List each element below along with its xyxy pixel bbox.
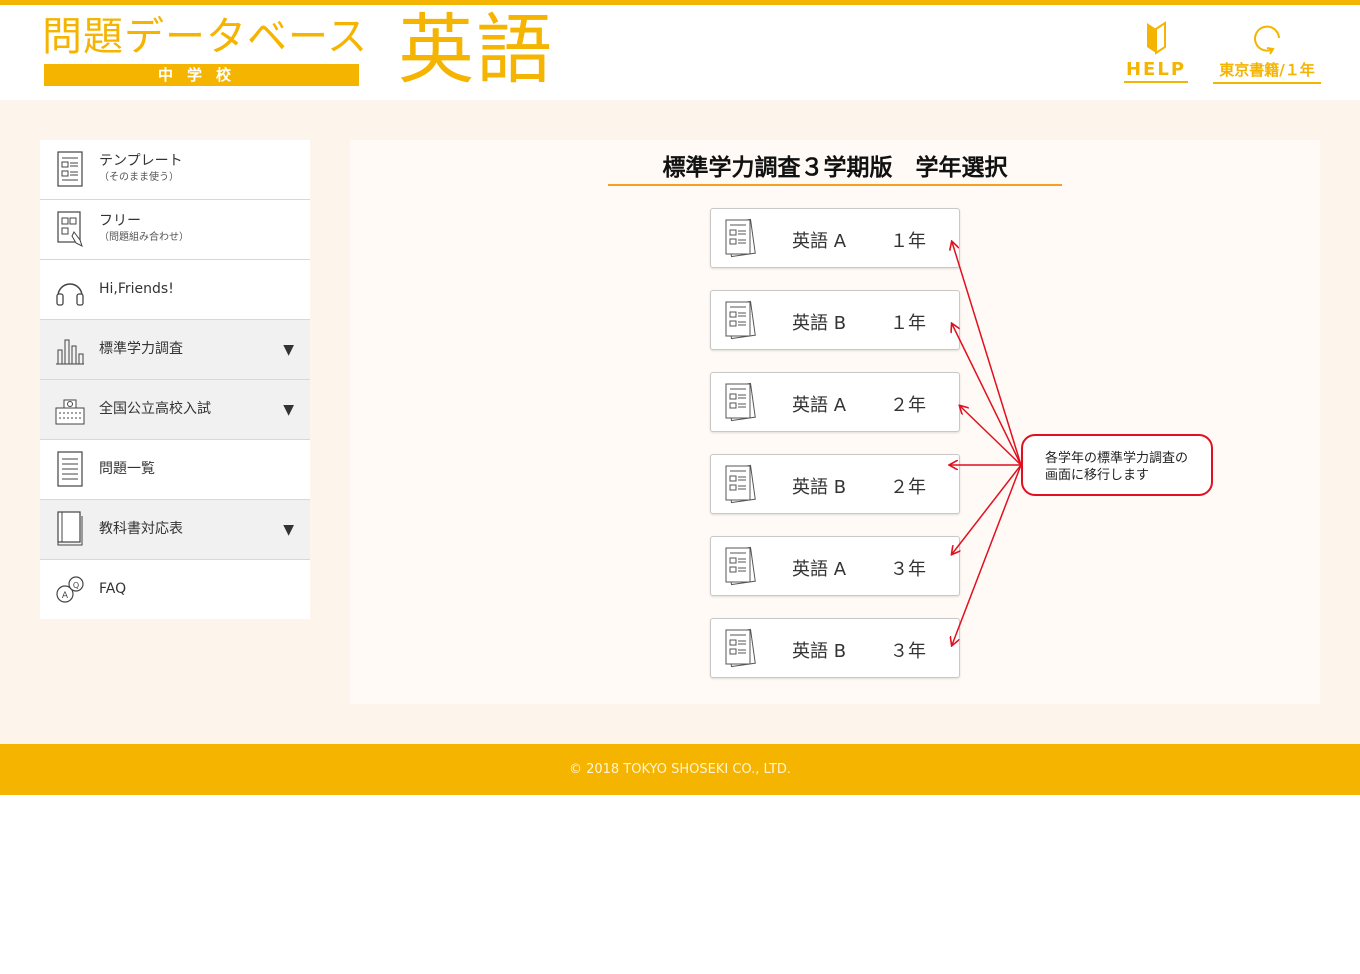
sidebar-item-label: テンプレート (99, 153, 183, 169)
header: 問題データベース 中学校 英語 HELP 東京書籍/１年 (0, 5, 1360, 100)
sidebar-item-faq[interactable]: A Q FAQ (40, 560, 310, 619)
beginner-mark-icon (1147, 21, 1166, 55)
grade-subject-label: 英語 A (792, 559, 847, 580)
sidebar-item-hi-friends[interactable]: Hi,Friends! (40, 260, 310, 320)
test-sheet-icon (725, 382, 756, 422)
copyright-text: © 2018 TOKYO SHOSEKI CO., LTD. (568, 762, 792, 777)
subject-title: 英語 (398, 5, 554, 94)
callout-line: 画面に移行します (1045, 468, 1150, 483)
grade-subject-label: 英語 B (792, 477, 847, 498)
sidebar-item-question-list[interactable]: 問題一覧 (40, 440, 310, 500)
grade-button-english-b-year1[interactable]: 英語 B １年 (710, 290, 960, 350)
caret-down-icon: ▼ (283, 342, 294, 358)
sidebar-item-label: 教科書対応表 (99, 521, 183, 537)
sidebar: テンプレート （そのまま使う） フリー （問題組み合わせ） Hi,Friends… (40, 140, 310, 619)
list-document-icon (57, 451, 83, 487)
sidebar-item-label: 全国公立高校入試 (99, 401, 211, 417)
template-sheet-icon (57, 151, 83, 187)
callout-line: 各学年の標準学力調査の (1045, 451, 1189, 466)
help-label: HELP (1124, 59, 1188, 83)
refresh-icon (1254, 25, 1280, 55)
grade-subject-label: 英語 B (792, 313, 847, 334)
grade-button-english-a-year2[interactable]: 英語 A ２年 (710, 372, 960, 432)
grade-year-label: １年 (890, 231, 926, 252)
school-building-icon (55, 399, 85, 425)
help-link[interactable]: HELP (1124, 19, 1188, 83)
free-compose-icon (57, 211, 83, 247)
sidebar-item-label: FAQ (99, 581, 127, 597)
caret-down-icon: ▼ (283, 402, 294, 418)
grade-button-english-b-year2[interactable]: 英語 B ２年 (710, 454, 960, 514)
sidebar-item-label: 問題一覧 (99, 461, 155, 477)
sidebar-item-high-school-exam[interactable]: 全国公立高校入試 ▼ (40, 380, 310, 440)
sidebar-item-sublabel: （問題組み合わせ） (99, 232, 189, 243)
caret-down-icon: ▼ (283, 522, 294, 538)
faq-bubbles-icon: A Q (56, 576, 84, 603)
test-sheet-icon (725, 464, 756, 504)
svg-text:A: A (62, 591, 69, 601)
book-stack-icon (57, 511, 83, 546)
grade-year-label: ２年 (890, 477, 926, 498)
svg-text:Q: Q (73, 581, 79, 590)
bar-chart-icon (56, 339, 84, 365)
app-subtitle: 中学校 (44, 64, 359, 86)
grade-subject-label: 英語 B (792, 641, 847, 662)
test-sheet-icon (725, 628, 756, 668)
grade-subject-label: 英語 A (792, 231, 847, 252)
grade-year-label: ３年 (890, 559, 926, 580)
test-sheet-icon (725, 300, 756, 340)
publisher-link[interactable]: 東京書籍/１年 (1213, 19, 1321, 84)
test-sheet-icon (725, 218, 756, 258)
grade-year-label: ３年 (890, 641, 926, 662)
sidebar-item-template[interactable]: テンプレート （そのまま使う） (40, 140, 310, 200)
app-title: 問題データベース (42, 14, 368, 60)
sidebar-item-standard-test[interactable]: 標準学力調査 ▼ (40, 320, 310, 380)
grade-year-label: １年 (890, 313, 926, 334)
grade-button-english-b-year3[interactable]: 英語 B ３年 (710, 618, 960, 678)
annotation-callout: 各学年の標準学力調査の 画面に移行します (1021, 434, 1213, 496)
footer: © 2018 TOKYO SHOSEKI CO., LTD. (0, 744, 1360, 795)
test-sheet-icon (725, 546, 756, 586)
sidebar-item-label: フリー (99, 213, 141, 229)
grade-button-english-a-year3[interactable]: 英語 A ３年 (710, 536, 960, 596)
grade-button-english-a-year1[interactable]: 英語 A １年 (710, 208, 960, 268)
grade-year-label: ２年 (890, 395, 926, 416)
sidebar-item-free[interactable]: フリー （問題組み合わせ） (40, 200, 310, 260)
sidebar-item-sublabel: （そのまま使う） (99, 172, 179, 183)
publisher-label: 東京書籍/１年 (1213, 59, 1321, 84)
sidebar-item-label: 標準学力調査 (99, 341, 183, 357)
headphones-icon (56, 283, 84, 306)
sidebar-item-label: Hi,Friends! (99, 281, 174, 297)
page-title: 標準学力調査３学期版 学年選択 (608, 152, 1062, 186)
sidebar-item-textbook-table[interactable]: 教科書対応表 ▼ (40, 500, 310, 560)
grade-subject-label: 英語 A (792, 395, 847, 416)
